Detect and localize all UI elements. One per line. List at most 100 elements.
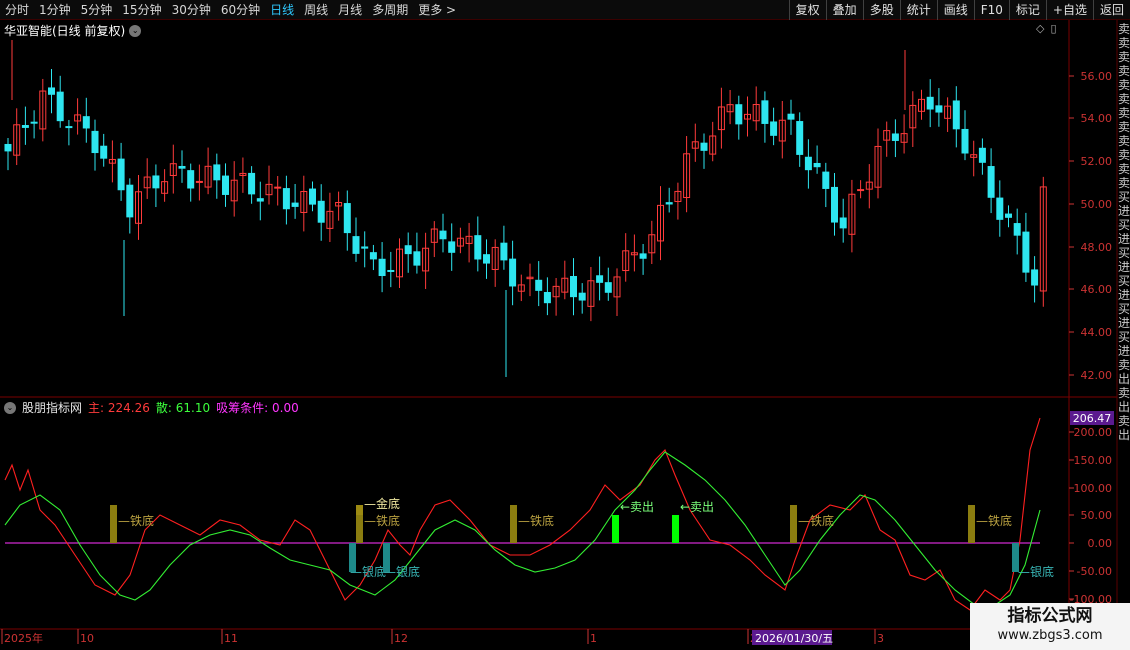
indicator-name[interactable]: 股朋指标网	[22, 399, 82, 416]
candle-body	[4, 143, 12, 152]
candle-body	[343, 203, 351, 234]
signal-label-silver: —银底	[1018, 564, 1054, 579]
date-label: 3	[877, 632, 884, 645]
candle-body	[839, 217, 847, 229]
candle-body	[352, 236, 360, 254]
signal-label-silver: —银底	[350, 564, 386, 579]
candle-body	[65, 126, 73, 129]
candle-body	[404, 245, 412, 255]
candle-body	[82, 116, 90, 129]
watermark-logo: 指标公式网 www.zbgs3.com	[970, 603, 1130, 650]
candle-body	[195, 180, 203, 183]
indicator-tick-label: 200.00	[1074, 426, 1113, 439]
signal-bar-iron	[790, 505, 797, 543]
candle-body	[117, 158, 125, 191]
indicator-tick-label: -50.00	[1077, 565, 1112, 578]
candle-body	[474, 235, 482, 260]
indicator-tick-label: 0.00	[1088, 537, 1113, 550]
candle-body	[213, 164, 221, 181]
signal-bar-iron	[110, 505, 117, 543]
candle-body	[770, 121, 778, 136]
stock-title: 华亚智能(日线 前复权)	[4, 24, 126, 38]
candle-body	[187, 170, 195, 189]
candle-body	[891, 133, 899, 141]
candle-body	[439, 230, 447, 240]
candle-body	[578, 292, 586, 301]
price-tick-label: 48.00	[1081, 241, 1113, 254]
candle-body	[639, 253, 647, 259]
candle-body	[604, 282, 612, 293]
date-label: 12	[394, 632, 408, 645]
indicator-tick-label: 150.00	[1074, 454, 1113, 467]
chart-menu-chevron-icon[interactable]: ⌄	[129, 24, 142, 37]
main-value: 224.26	[107, 401, 150, 415]
price-tick-label: 46.00	[1081, 283, 1113, 296]
candle-body	[30, 121, 38, 124]
candle-body	[256, 198, 264, 202]
indicator-tick-label: 100.00	[1074, 482, 1113, 495]
candle-body	[387, 269, 395, 272]
date-label: 2025年	[4, 631, 43, 645]
signal-label-sell: ←卖出	[620, 500, 654, 514]
indicator-menu-chevron-icon[interactable]: ⌄	[4, 401, 16, 414]
candle-body	[813, 162, 821, 168]
signal-label-gold: —金底	[364, 496, 400, 511]
price-tick-label: 50.00	[1081, 198, 1113, 211]
candle-body	[361, 246, 369, 249]
window-icon[interactable]: ▯	[1050, 22, 1056, 35]
san-value-label: 散: 61.10	[156, 399, 210, 416]
candle-body	[291, 202, 299, 207]
candle-body	[926, 96, 934, 110]
main-chart-corner-icons: ◇ ▯	[1036, 22, 1057, 35]
candle-body	[413, 251, 421, 266]
watermark-url: www.zbgs3.com	[997, 628, 1103, 643]
candle-body	[735, 104, 743, 125]
indicator-tick-label: 50.00	[1081, 509, 1113, 522]
signal-bar-iron	[356, 515, 363, 543]
signal-bar-sell	[672, 515, 679, 543]
candle-body	[596, 275, 604, 283]
candle-body	[448, 241, 456, 253]
candle-body	[952, 100, 960, 130]
signal-bar-iron	[968, 505, 975, 543]
candle-body	[570, 276, 577, 298]
signal-label-iron: —铁底	[118, 513, 154, 528]
candle-body	[822, 171, 830, 189]
xichou-value-label: 吸筹条件: 0.00	[216, 399, 299, 416]
signal-label-iron: —铁底	[518, 513, 554, 528]
signal-sidebar: 卖卖卖卖卖卖卖卖卖卖卖卖买进买进买进买进买进买进卖出卖出卖出	[1118, 22, 1130, 442]
chart-canvas[interactable]: 56.00 54.00 52.00 50.00 48.00 46.00 44.00 42.00…	[0, 0, 1130, 650]
candle-body	[1022, 231, 1030, 273]
san-value: 61.10	[175, 401, 211, 415]
candle-body	[1013, 223, 1021, 236]
cursor-date-text: 2026/01/30/五	[755, 632, 833, 645]
candle-body	[178, 165, 186, 169]
san-label: 散:	[155, 401, 172, 415]
candle-body	[483, 254, 490, 264]
candle-body	[282, 188, 290, 210]
price-tick-label: 54.00	[1081, 112, 1113, 125]
main-value-label: 主: 224.26	[88, 399, 150, 416]
candle-body	[761, 100, 769, 124]
candle-body	[796, 121, 804, 155]
signal-label-silver: —银底	[384, 564, 420, 579]
candle-body	[987, 166, 995, 198]
candle-body	[369, 252, 377, 260]
candle-body	[509, 258, 517, 287]
candle-body	[804, 156, 812, 171]
candle-body	[100, 145, 108, 159]
candle-body	[935, 105, 943, 113]
candle-body	[857, 189, 865, 192]
watermark-title: 指标公式网	[1007, 606, 1093, 626]
candle-body	[48, 87, 55, 95]
xichou-value: 0.00	[272, 401, 299, 415]
candle-body	[978, 147, 986, 163]
date-label: 11	[224, 632, 238, 645]
candlestick-series	[4, 40, 1047, 377]
main-label: 主:	[88, 401, 105, 415]
candle-body	[700, 142, 708, 151]
price-tick-label: 52.00	[1081, 155, 1113, 168]
diamond-icon[interactable]: ◇	[1036, 22, 1044, 35]
signal-bar-iron	[510, 505, 517, 543]
price-tick-label: 44.00	[1081, 326, 1113, 339]
